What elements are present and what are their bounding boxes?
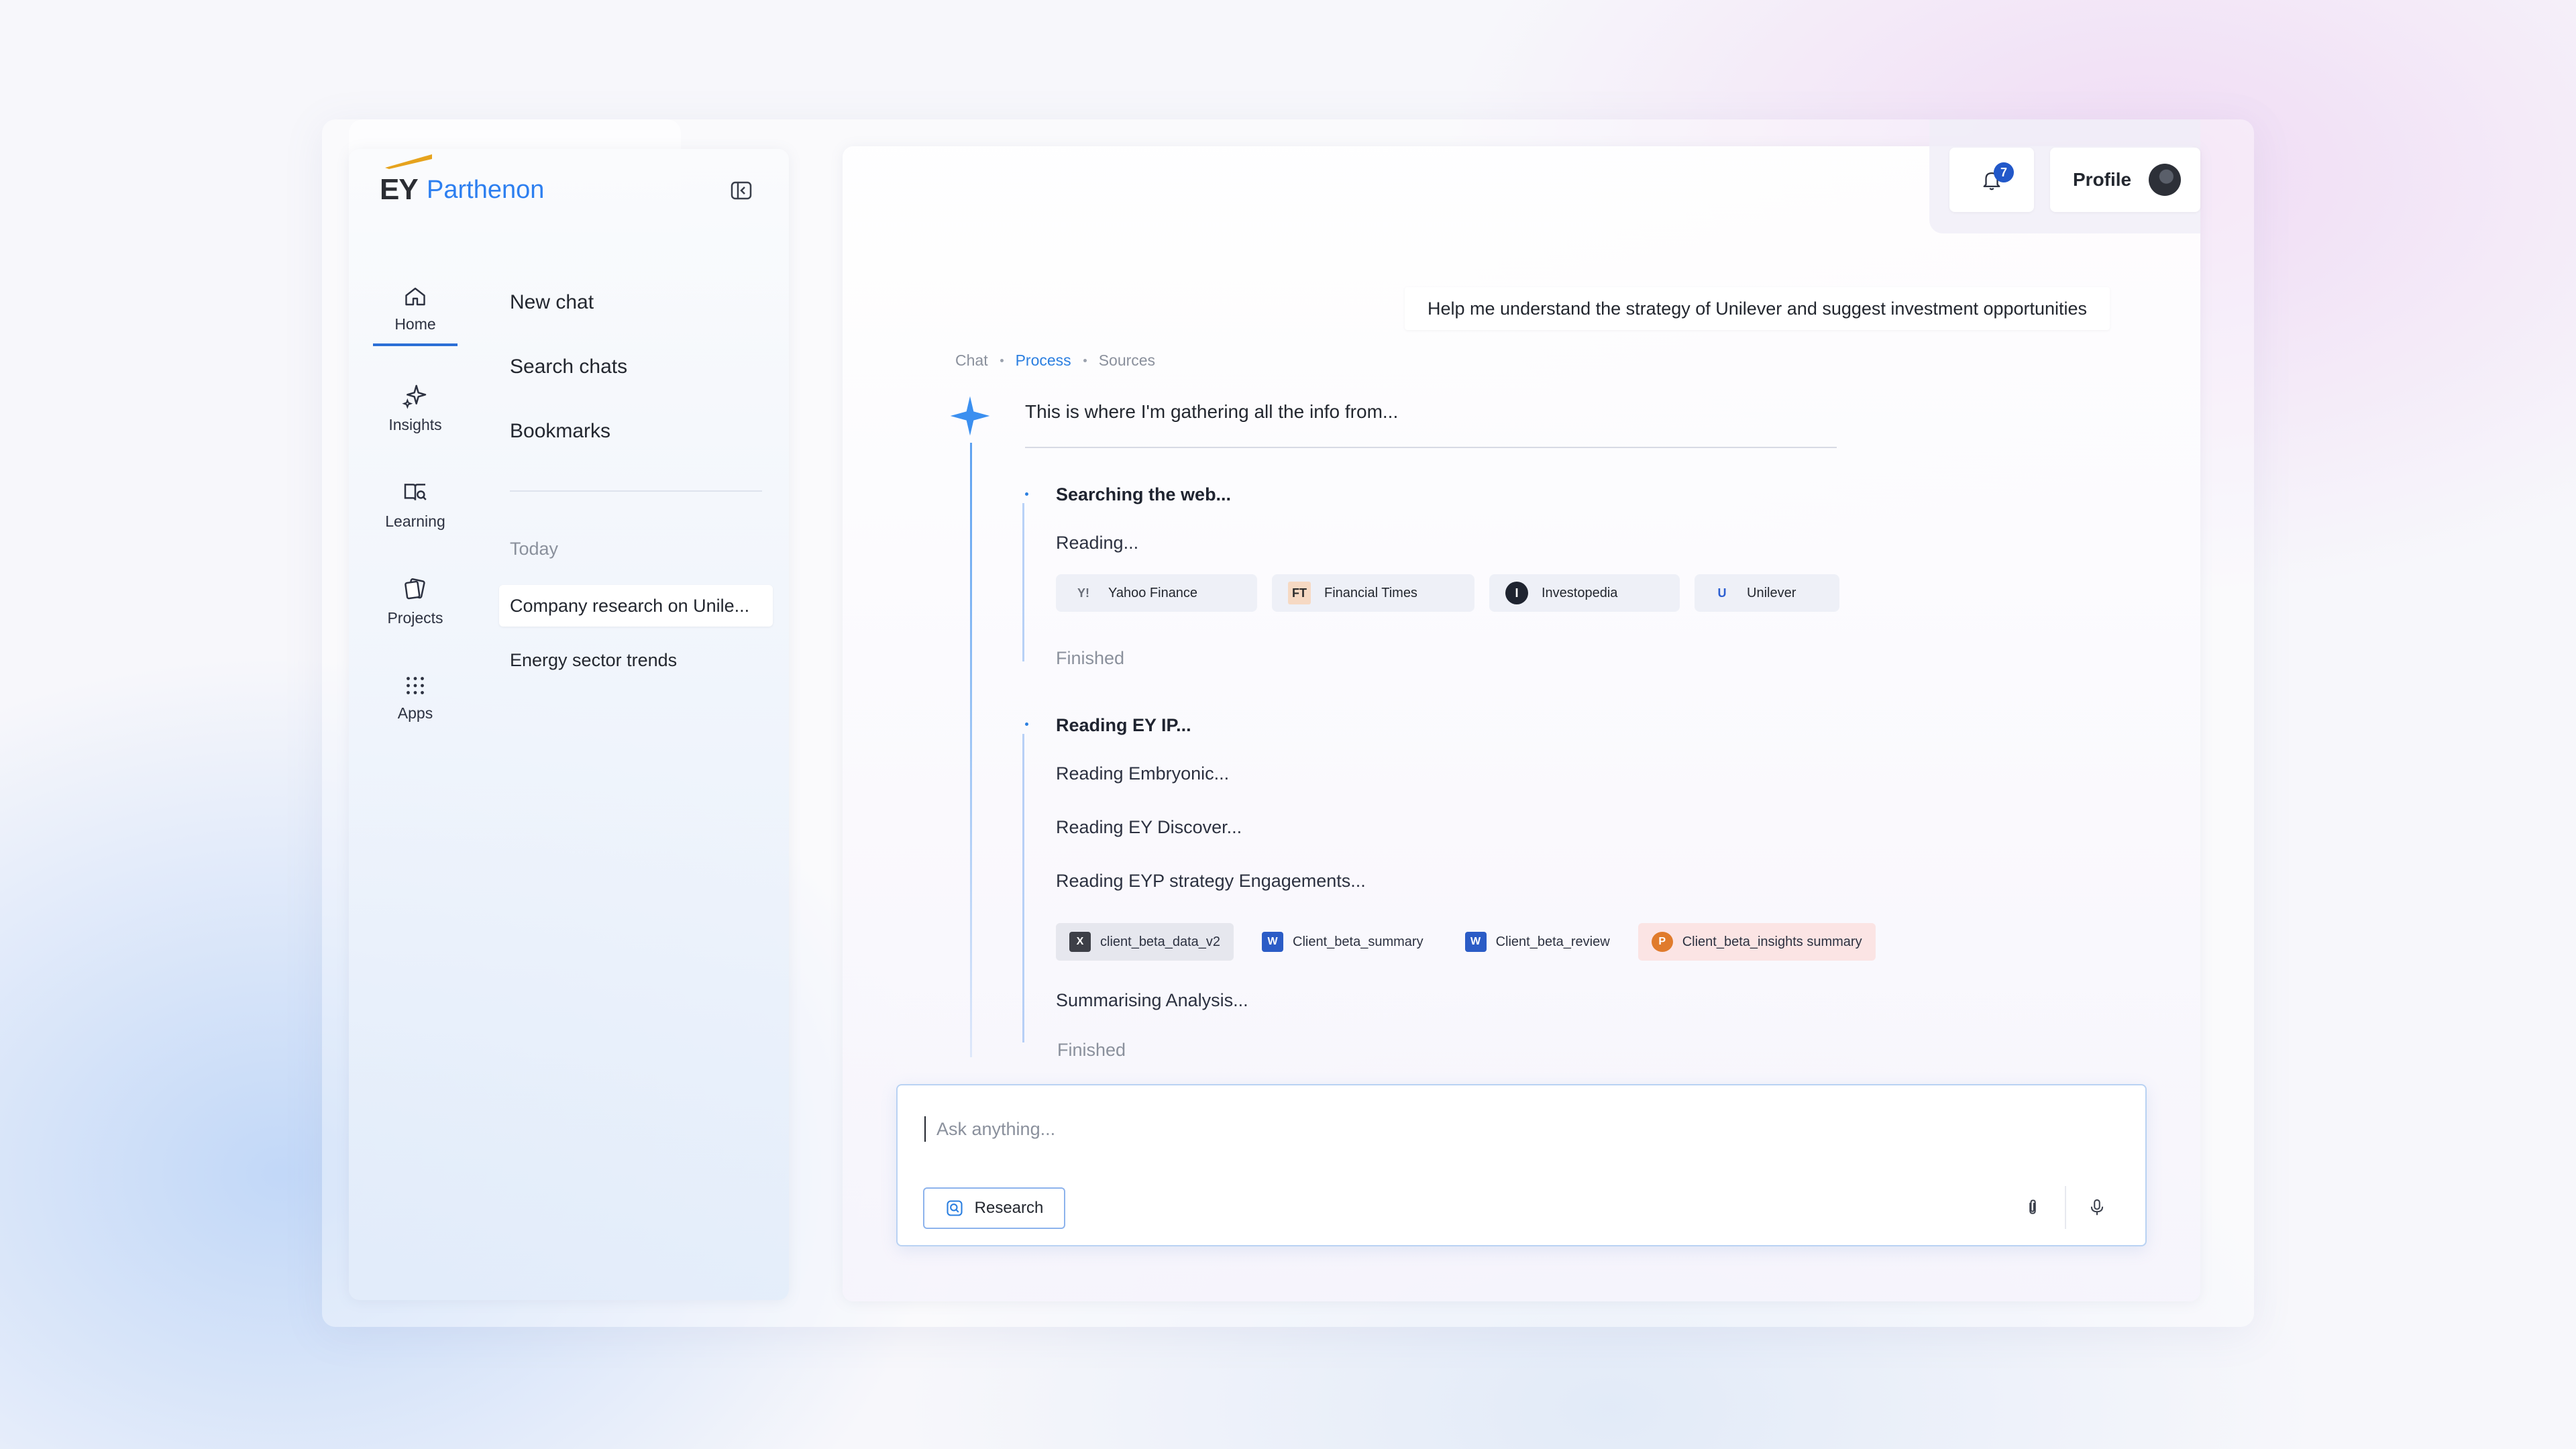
- ip-step-title: Reading EY IP...: [1056, 715, 1191, 735]
- investopedia-icon: I: [1505, 582, 1528, 604]
- step-line: [1022, 503, 1024, 661]
- bookmarks-link[interactable]: Bookmarks: [510, 420, 610, 443]
- file-name: Client_beta_insights summary: [1682, 934, 1862, 949]
- notification-badge: 7: [1994, 162, 2014, 182]
- excel-file-icon: X: [1069, 932, 1091, 952]
- process-timeline: [970, 443, 972, 1057]
- process-intro: This is where I'm gathering all the info…: [1025, 401, 1399, 422]
- profile-button[interactable]: Profile: [2050, 148, 2200, 212]
- source-chip-yahoo[interactable]: Y! Yahoo Finance: [1056, 574, 1257, 612]
- ask-input[interactable]: [936, 1116, 1876, 1142]
- composer-separator: [2065, 1186, 2066, 1229]
- rail-item-insights[interactable]: Insights: [373, 373, 458, 443]
- voice-input-button[interactable]: [2076, 1186, 2118, 1229]
- history-item-unilever[interactable]: Company research on Unile...: [499, 585, 773, 627]
- ip-step-summarising: Summarising Analysis...: [1056, 990, 1248, 1010]
- tab-separator: [1083, 359, 1087, 362]
- file-chip-client-beta-review[interactable]: W Client_beta_review: [1452, 923, 1623, 961]
- ey-parthenon-logo[interactable]: EY Parthenon: [377, 149, 578, 209]
- source-chip-investopedia[interactable]: I Investopedia: [1489, 574, 1680, 612]
- research-button[interactable]: Research: [923, 1187, 1065, 1229]
- attach-button[interactable]: [2011, 1186, 2054, 1229]
- avatar: [2149, 164, 2182, 196]
- web-step-title: Searching the web...: [1056, 484, 1232, 504]
- source-chip-unilever[interactable]: U Unilever: [1695, 574, 1839, 612]
- ip-step-line: Reading EY Discover...: [1056, 817, 1242, 837]
- web-sources: Y! Yahoo Finance FT Financial Times I In…: [1056, 574, 1839, 612]
- word-file-icon: W: [1262, 932, 1284, 952]
- rail-item-learning[interactable]: Learning: [373, 470, 458, 539]
- file-name: client_beta_data_v2: [1100, 934, 1221, 949]
- unilever-icon: U: [1717, 586, 1727, 600]
- profile-label: Profile: [2073, 169, 2132, 190]
- source-name: Investopedia: [1542, 585, 1618, 600]
- web-step-reading: Reading...: [1056, 533, 1139, 553]
- home-icon: [405, 287, 425, 305]
- search-chats-link[interactable]: Search chats: [510, 356, 627, 378]
- book-search-icon: [404, 483, 427, 500]
- collapse-sidebar-button[interactable]: [714, 173, 768, 208]
- text-caret: [924, 1116, 926, 1142]
- paperclip-icon: [2029, 1199, 2036, 1214]
- new-chat-link[interactable]: New chat: [510, 291, 594, 314]
- word-file-icon: W: [1464, 932, 1487, 952]
- rail-label: Learning: [385, 512, 445, 530]
- logo-name: Parthenon: [427, 176, 545, 204]
- step-line: [1022, 734, 1024, 1042]
- intro-divider: [1025, 447, 1837, 448]
- source-name: Financial Times: [1324, 585, 1417, 600]
- file-name: Client_beta_summary: [1293, 934, 1424, 949]
- user-message: Help me understand the strategy of Unile…: [1405, 287, 2110, 330]
- sidebar-toggle-icon: [731, 181, 752, 200]
- response-tabs: Chat Process Sources: [955, 352, 1155, 370]
- financial-times-icon: FT: [1288, 582, 1311, 604]
- ip-files: X client_beta_data_v2 W Client_beta_summ…: [1056, 923, 1876, 961]
- sidebar-divider: [510, 490, 762, 492]
- web-step-status: Finished: [1056, 648, 1125, 668]
- file-chip-client-beta-data[interactable]: X client_beta_data_v2: [1056, 923, 1234, 961]
- research-icon: [947, 1200, 963, 1216]
- rail-label: Projects: [387, 608, 443, 627]
- rail-label: Insights: [388, 415, 442, 433]
- grid-dots-icon: [407, 676, 424, 694]
- step-marker: [1025, 722, 1028, 726]
- logo-mark: EY: [380, 173, 419, 206]
- source-chip-ft[interactable]: FT Financial Times: [1272, 574, 1474, 612]
- nav-rail: Home Insights Learning Projects Apps: [373, 274, 458, 733]
- source-name: Yahoo Finance: [1108, 585, 1198, 600]
- tab-sources[interactable]: Sources: [1099, 352, 1155, 370]
- research-label: Research: [974, 1199, 1044, 1217]
- microphone-icon: [2090, 1199, 2104, 1216]
- step-marker: [1025, 492, 1028, 496]
- sparkles-icon: [402, 384, 427, 409]
- tab-process[interactable]: Process: [1016, 352, 1071, 370]
- rail-item-apps[interactable]: Apps: [373, 663, 458, 733]
- composer: [896, 1084, 2147, 1246]
- ip-step-status: Finished: [1057, 1040, 1126, 1060]
- rail-label: Apps: [397, 704, 433, 722]
- rail-label: Home: [394, 315, 436, 333]
- file-chip-client-beta-summary[interactable]: W Client_beta_summary: [1248, 923, 1437, 961]
- tab-chat[interactable]: Chat: [955, 352, 988, 370]
- source-name: Unilever: [1747, 585, 1796, 600]
- assistant-sparkle-icon: [950, 396, 990, 436]
- powerpoint-file-icon: P: [1651, 932, 1673, 952]
- file-chip-client-beta-insights[interactable]: P Client_beta_insights summary: [1638, 923, 1876, 961]
- rail-item-home[interactable]: Home: [373, 274, 458, 346]
- tab-separator: [1000, 359, 1004, 362]
- logo-beam-icon: [385, 154, 432, 169]
- file-name: Client_beta_review: [1495, 934, 1610, 949]
- history-group-label: Today: [510, 539, 559, 559]
- rail-item-projects[interactable]: Projects: [373, 566, 458, 636]
- ip-step-line: Reading EYP strategy Engagements...: [1056, 871, 1366, 891]
- notifications-button[interactable]: 7: [1949, 148, 2034, 212]
- ip-step-line: Reading Embryonic...: [1056, 763, 1230, 784]
- history-item-energy[interactable]: Energy sector trends: [499, 639, 677, 681]
- yahoo-icon: Y!: [1077, 586, 1089, 600]
- cards-icon: [405, 578, 425, 599]
